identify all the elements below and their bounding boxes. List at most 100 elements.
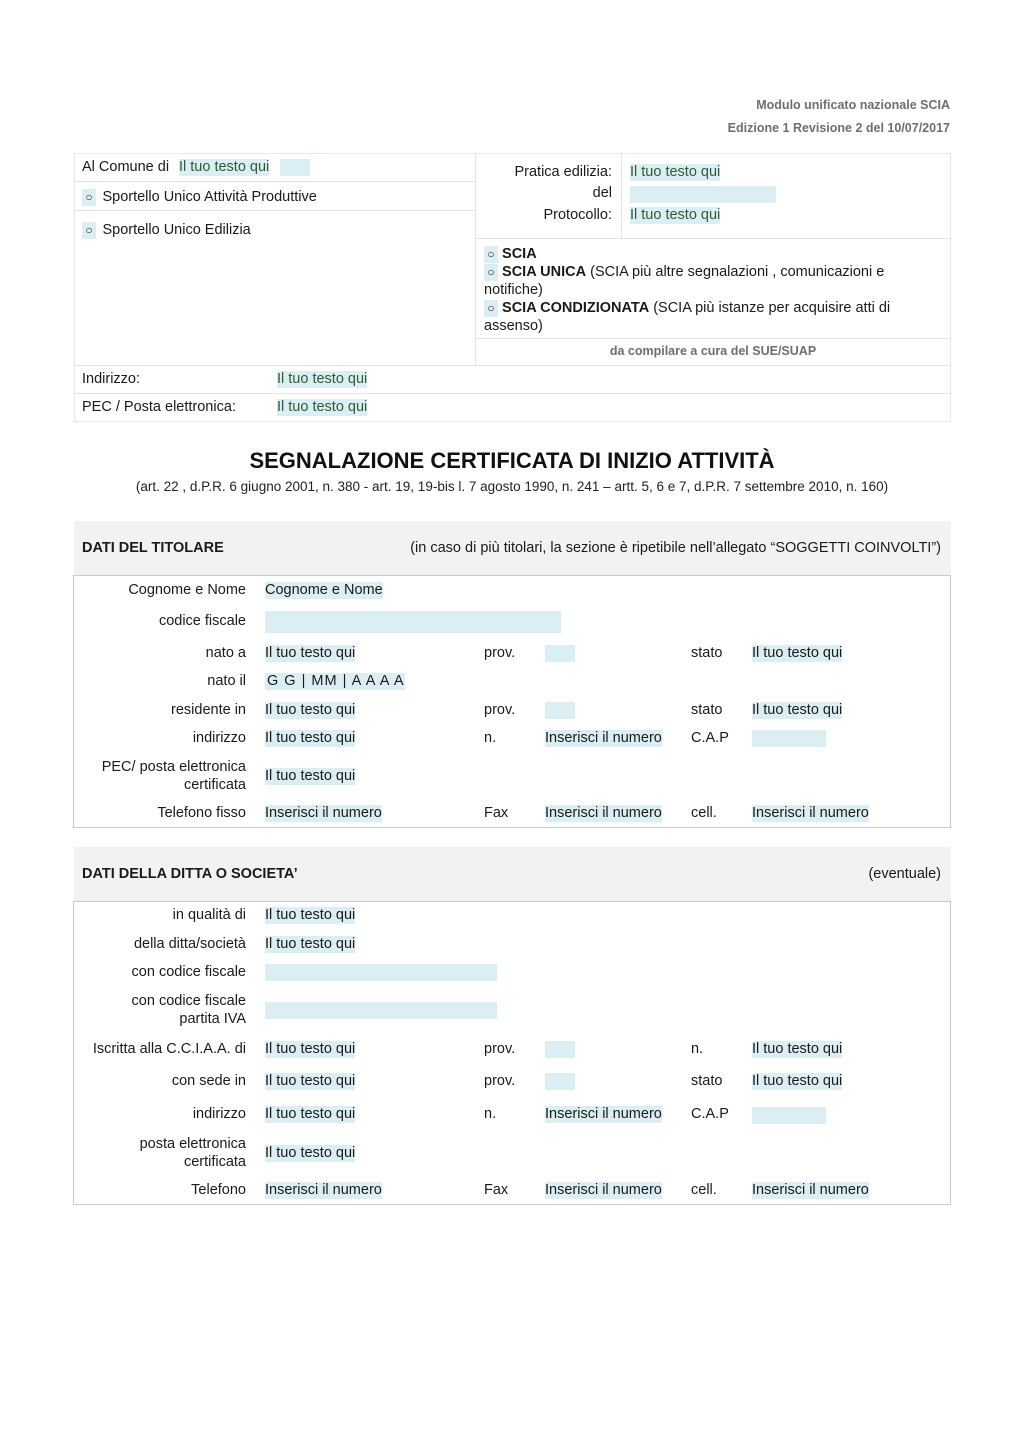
stato-input[interactable]: Il tuo testo qui	[752, 702, 843, 719]
cf-input[interactable]	[265, 964, 497, 981]
residente-input[interactable]: Il tuo testo qui	[265, 702, 356, 719]
cell-input[interactable]: Inserisci il numero	[752, 1182, 869, 1199]
cognome-input[interactable]: Cognome e Nome	[265, 582, 383, 599]
option-sue[interactable]: ○ Sportello Unico Edilizia	[82, 221, 251, 239]
option-suap-label: Sportello Unico Attività Produttive	[102, 189, 317, 205]
indirizzo-label: indirizzo	[192, 730, 246, 746]
pec-label-cont: certificata	[183, 1154, 246, 1170]
pratica-input[interactable]: Il tuo testo qui	[630, 164, 721, 181]
nato-il-label: nato il	[207, 673, 246, 689]
sede-input[interactable]: Il tuo testo qui	[265, 1073, 356, 1090]
radio-icon[interactable]: ○	[82, 189, 96, 206]
pec-label: PEC/ posta elettronica	[101, 759, 246, 775]
scia-option[interactable]: ○ SCIA	[484, 245, 944, 263]
prov-label: prov.	[484, 1073, 516, 1089]
radio-icon[interactable]: ○	[82, 222, 96, 239]
piva-label-cont: partita IVA	[179, 1011, 246, 1027]
option-suap[interactable]: ○ Sportello Unico Attività Produttive	[82, 188, 317, 206]
numero-input[interactable]: Inserisci il numero	[545, 730, 662, 747]
pec-input[interactable]: Il tuo testo qui	[265, 768, 356, 785]
pratica-label: Pratica edilizia:	[514, 164, 612, 180]
ditta-input[interactable]: Il tuo testo qui	[265, 936, 356, 953]
prov-label: prov.	[484, 1041, 516, 1057]
qualita-input[interactable]: Il tuo testo qui	[265, 907, 356, 924]
form-header-title: Modulo unificato nazionale SCIA	[756, 98, 950, 112]
qualita-label: in qualità di	[172, 907, 246, 923]
del-date-input[interactable]	[630, 186, 776, 203]
row-divider	[74, 210, 475, 211]
cap-input[interactable]	[752, 1107, 826, 1124]
nato-a-label: nato a	[205, 645, 246, 661]
form-header-edition: Edizione 1 Revisione 2 del 10/07/2017	[727, 121, 950, 135]
pec-input[interactable]: Il tuo testo qui	[265, 1145, 356, 1162]
radio-icon[interactable]: ○	[484, 246, 498, 263]
numero-label: n.	[484, 730, 497, 746]
comune-input[interactable]: Il tuo testo qui	[179, 159, 270, 176]
cciaa-input[interactable]: Il tuo testo qui	[265, 1041, 356, 1058]
radio-icon[interactable]: ○	[484, 300, 498, 317]
top-box-divider-2	[621, 153, 622, 239]
telefono-label: Telefono	[191, 1182, 246, 1198]
prov-input[interactable]	[545, 1041, 575, 1058]
telefono-input[interactable]: Inserisci il numero	[265, 1182, 382, 1199]
pec-label: posta elettronica	[139, 1136, 246, 1152]
section-note-titolare: (in caso di più titolari, la sezione è r…	[410, 540, 941, 556]
row-divider	[74, 393, 951, 394]
cciaa-label: Iscritta alla C.C.I.A.A. di	[92, 1041, 246, 1057]
scia-option-title: SCIA UNICA	[502, 264, 587, 280]
piva-input[interactable]	[265, 1002, 497, 1019]
fax-label: Fax	[484, 1182, 509, 1198]
cf-label: codice fiscale	[158, 613, 246, 629]
cf-input[interactable]	[265, 611, 561, 633]
prov-input[interactable]	[545, 645, 575, 662]
scia-option[interactable]: ○ SCIA CONDIZIONATA (SCIA più istanze pe…	[484, 299, 944, 335]
pec-label-cont: certificata	[183, 777, 246, 793]
comune-input-extra[interactable]	[280, 159, 310, 176]
stato-input[interactable]: Il tuo testo qui	[752, 645, 843, 662]
section-title-titolare: DATI DEL TITOLARE	[82, 540, 224, 556]
radio-icon[interactable]: ○	[484, 264, 498, 281]
indirizzo-input[interactable]: Il tuo testo qui	[265, 730, 356, 747]
protocollo-label: Protocollo:	[543, 207, 612, 223]
cf-label: con codice fiscale	[131, 964, 246, 980]
fax-input[interactable]: Inserisci il numero	[545, 805, 662, 822]
cap-input[interactable]	[752, 730, 826, 747]
numero-input[interactable]: Inserisci il numero	[545, 1106, 662, 1123]
sede-label: con sede in	[171, 1073, 246, 1089]
nato-a-input[interactable]: Il tuo testo qui	[265, 645, 356, 662]
fax-label: Fax	[484, 805, 509, 821]
comune-label: Al Comune di	[82, 159, 170, 175]
indirizzo-input[interactable]: Il tuo testo qui	[277, 371, 368, 388]
protocollo-input[interactable]: Il tuo testo qui	[630, 207, 721, 224]
cap-label: C.A.P	[691, 730, 729, 746]
pec-input[interactable]: Il tuo testo qui	[277, 399, 368, 416]
compile-note: da compilare a cura del SUE/SUAP	[609, 344, 817, 358]
scia-option-title: SCIA	[502, 246, 537, 262]
row-divider	[475, 238, 951, 239]
section-title-ditta: DATI DELLA DITTA O SOCIETA’	[82, 866, 298, 882]
telefono-input[interactable]: Inserisci il numero	[265, 805, 382, 822]
stato-label: stato	[691, 645, 723, 661]
row-divider	[475, 338, 951, 339]
cell-input[interactable]: Inserisci il numero	[752, 805, 869, 822]
scia-options: ○ SCIA ○ SCIA UNICA (SCIA più altre segn…	[484, 245, 944, 335]
row-divider	[74, 365, 951, 366]
del-label: del	[592, 185, 612, 201]
section-note-ditta: (eventuale)	[868, 866, 941, 882]
cognome-label: Cognome e Nome	[128, 582, 246, 598]
ditta-label: della ditta/società	[133, 936, 246, 952]
nato-il-input[interactable]: G G | MM | A A A A	[265, 673, 405, 690]
piva-label: con codice fiscale	[131, 993, 246, 1009]
document-title: SEGNALAZIONE CERTIFICATA DI INIZIO ATTIV…	[249, 448, 775, 473]
scia-option[interactable]: ○ SCIA UNICA (SCIA più altre segnalazion…	[484, 263, 944, 299]
stato-label: stato	[691, 702, 723, 718]
stato-input[interactable]: Il tuo testo qui	[752, 1073, 843, 1090]
scia-option-title: SCIA CONDIZIONATA	[502, 300, 650, 316]
stato-label: stato	[691, 1073, 723, 1089]
prov-label: prov.	[484, 645, 516, 661]
prov-input[interactable]	[545, 702, 575, 719]
indirizzo-input[interactable]: Il tuo testo qui	[265, 1106, 356, 1123]
rea-number-input[interactable]: Il tuo testo qui	[752, 1041, 843, 1058]
fax-input[interactable]: Inserisci il numero	[545, 1182, 662, 1199]
prov-input[interactable]	[545, 1073, 575, 1090]
